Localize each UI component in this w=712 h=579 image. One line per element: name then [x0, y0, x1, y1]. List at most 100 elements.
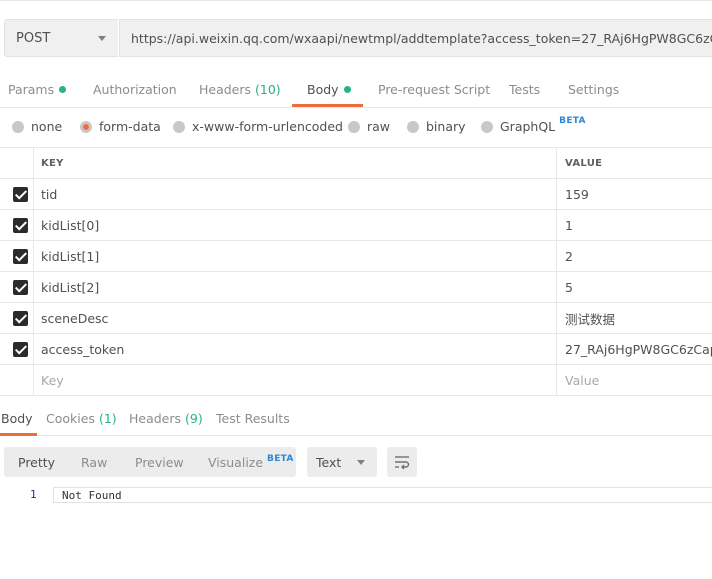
chevron-down-icon [98, 36, 106, 41]
new-value-input[interactable]: Value [557, 365, 712, 395]
row-key-input[interactable]: kidList[2] [34, 272, 557, 302]
tab-label: Body [1, 411, 33, 426]
tab-count: (1) [98, 411, 117, 426]
radio-none[interactable]: none [12, 119, 62, 134]
tab-pre-request-script[interactable]: Pre-request Script [378, 82, 490, 97]
table-row: access_token 27_RAj6HgPW8GC6zCapCMmBlc [0, 334, 712, 365]
radio-icon [407, 120, 419, 133]
radio-label: x-www-form-urlencoded [192, 119, 343, 134]
response-body: 1 Not Found [0, 487, 712, 503]
chevron-down-icon [357, 460, 365, 465]
tab-label: Authorization [93, 82, 177, 97]
new-row-placeholder: Key Value [0, 365, 712, 396]
response-code-area[interactable]: Not Found [53, 487, 712, 503]
tab-count: (10) [255, 82, 281, 97]
response-tab-test-results[interactable]: Test Results [216, 411, 290, 426]
status-dot-icon [59, 86, 67, 93]
row-checkbox[interactable] [13, 187, 28, 202]
tab-label: Pre-request Script [378, 82, 491, 97]
radio-binary[interactable]: binary [407, 119, 466, 134]
tab-body[interactable]: Body [307, 82, 351, 97]
table-header: KEY VALUE [0, 148, 712, 179]
tab-label: Tests [509, 82, 541, 97]
tab-params[interactable]: Params [8, 82, 67, 97]
response-tab-cookies[interactable]: Cookies (1) [46, 411, 117, 426]
tab-authorization[interactable]: Authorization [93, 82, 177, 97]
tab-label: Body [307, 82, 339, 97]
response-text: Not Found [62, 489, 122, 502]
row-check-cell [0, 272, 34, 302]
method-select[interactable]: POST [4, 19, 118, 57]
row-check-cell [0, 303, 34, 333]
tab-label: Settings [568, 82, 620, 97]
url-input[interactable]: https://api.weixin.qq.com/wxaapi/newtmpl… [119, 19, 712, 57]
status-dot-icon [343, 86, 351, 93]
response-tab-headers[interactable]: Headers (9) [129, 411, 203, 426]
view-raw-button[interactable]: Raw [81, 455, 107, 470]
view-preview-button[interactable]: Preview [135, 455, 184, 470]
wrap-lines-button[interactable] [387, 447, 417, 477]
row-value-input[interactable]: 测试数据 [557, 303, 712, 333]
row-key-input[interactable]: kidList[0] [34, 210, 557, 240]
tab-label: Cookies [46, 411, 95, 426]
row-check-cell [0, 210, 34, 240]
radio-label: binary [426, 119, 466, 134]
request-tabs: Params Authorization Headers (10) Body P… [0, 74, 712, 108]
row-checkbox[interactable] [13, 218, 28, 233]
request-bar: POST https://api.weixin.qq.com/wxaapi/ne… [0, 0, 712, 66]
radio-icon [173, 120, 185, 133]
visualize-label: Visualize [208, 455, 264, 470]
body-type-selector: none form-data x-www-form-urlencoded raw… [0, 109, 712, 147]
row-checkbox[interactable] [13, 311, 28, 326]
row-value-input[interactable]: 27_RAj6HgPW8GC6zCapCMmBlc [557, 334, 712, 364]
row-value-input[interactable]: 1 [557, 210, 712, 240]
view-visualize-button[interactable]: Visualize BETA [208, 454, 294, 470]
row-key-input[interactable]: access_token [34, 334, 557, 364]
radio-label: raw [367, 119, 391, 134]
form-data-table: KEY VALUE tid 159 kidList[0] 1 kidList[1… [0, 147, 712, 396]
row-value-input[interactable]: 5 [557, 272, 712, 302]
response-tab-body[interactable]: Body [1, 411, 33, 426]
url-text: https://api.weixin.qq.com/wxaapi/newtmpl… [131, 30, 712, 46]
row-check-cell [0, 334, 34, 364]
radio-form-data[interactable]: form-data [80, 119, 161, 134]
row-key-input[interactable]: sceneDesc [34, 303, 557, 333]
row-checkbox[interactable] [13, 280, 28, 295]
radio-x-www-form-urlencoded[interactable]: x-www-form-urlencoded [173, 119, 343, 134]
radio-label: none [31, 119, 63, 134]
row-checkbox[interactable] [13, 249, 28, 264]
row-check-cell [0, 365, 34, 395]
radio-graphql[interactable]: GraphQL BETA [481, 116, 586, 134]
tab-headers[interactable]: Headers (10) [199, 82, 281, 97]
radio-label: GraphQL [500, 119, 556, 134]
line-number: 1 [30, 488, 37, 501]
row-value-input[interactable]: 159 [557, 179, 712, 209]
response-format-select[interactable]: Text [307, 447, 377, 477]
tab-settings[interactable]: Settings [568, 82, 619, 97]
radio-label: form-data [99, 119, 161, 134]
column-header-key: KEY [34, 148, 557, 178]
tab-tests[interactable]: Tests [509, 82, 540, 97]
row-key-input[interactable]: kidList[1] [34, 241, 557, 271]
header-check-cell [0, 148, 34, 178]
table-row: kidList[2] 5 [0, 272, 712, 303]
tab-label: Headers [199, 82, 252, 97]
table-row: sceneDesc 测试数据 [0, 303, 712, 334]
row-check-cell [0, 179, 34, 209]
row-key-input[interactable]: tid [34, 179, 557, 209]
line-gutter: 1 [0, 487, 52, 503]
format-label: Text [316, 454, 342, 470]
radio-icon [348, 120, 360, 133]
response-tabs: Body Cookies (1) Headers (9) Test Result… [0, 402, 712, 436]
view-pretty-button[interactable]: Pretty [18, 455, 55, 470]
row-check-cell [0, 241, 34, 271]
active-tab-indicator [292, 104, 363, 107]
radio-raw[interactable]: raw [348, 119, 390, 134]
method-label: POST [16, 30, 51, 46]
row-checkbox[interactable] [13, 342, 28, 357]
radio-checked-icon [80, 120, 92, 133]
new-key-input[interactable]: Key [34, 365, 557, 395]
tab-label: Headers [129, 411, 182, 426]
radio-icon [481, 120, 493, 133]
row-value-input[interactable]: 2 [557, 241, 712, 271]
